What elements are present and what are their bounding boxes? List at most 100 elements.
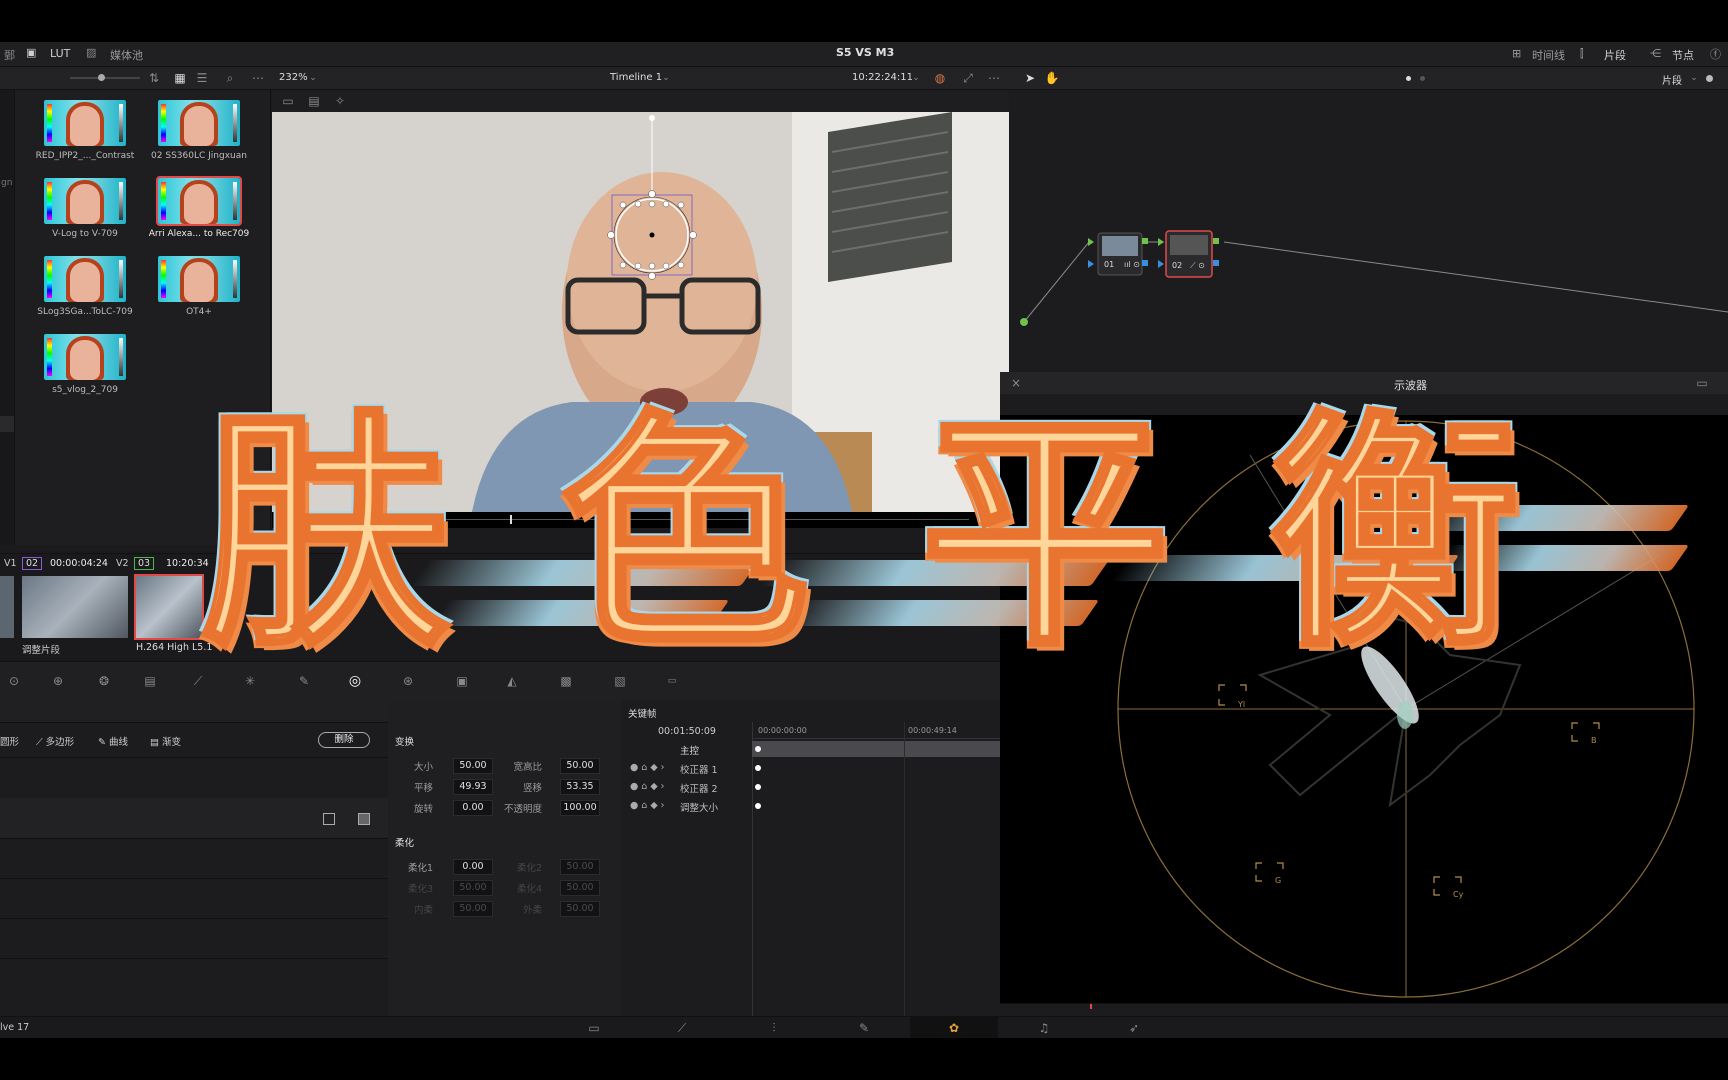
page-dot[interactable] <box>1420 76 1425 81</box>
clip-thumbnail-partial[interactable] <box>0 576 14 638</box>
outer-field[interactable]: 50.00 <box>560 901 600 917</box>
split-view-icon[interactable]: ▤ <box>306 93 322 109</box>
tilt-field[interactable]: 53.35 <box>560 779 600 795</box>
deliver-page-icon[interactable]: ➶ <box>1126 1020 1142 1036</box>
scope-layout-icon[interactable]: ▭ <box>1694 375 1710 391</box>
zoom-level[interactable]: 232% <box>279 72 308 83</box>
3d-icon[interactable]: ▭ <box>664 673 680 689</box>
media-pool-icon[interactable]: ▨ <box>86 46 96 59</box>
blur-icon[interactable]: ◭ <box>504 673 520 689</box>
nodes-tab-icon[interactable]: ⋲ <box>1650 47 1661 60</box>
lut-tab-icon[interactable]: ▣ <box>26 46 36 59</box>
delete-window-button[interactable]: 删除 <box>318 732 370 748</box>
zoom-chevron-icon[interactable]: ⌄ <box>305 70 321 86</box>
timeline-tab[interactable]: 时间线 <box>1532 47 1565 63</box>
media-page-icon[interactable]: ▭ <box>586 1020 602 1036</box>
rgb-mixer-icon[interactable]: ▤ <box>142 673 158 689</box>
folder-selected-row[interactable] <box>0 416 14 432</box>
row-controls[interactable]: ● ⌂ ◆ › <box>630 800 664 811</box>
scope-close-icon[interactable]: × <box>1008 375 1024 391</box>
page-dot-active[interactable] <box>1406 76 1411 81</box>
viewer-scrubber[interactable] <box>272 512 1009 528</box>
node-mode-chevron-icon[interactable]: ⌄ <box>1686 70 1702 86</box>
soft3-field[interactable]: 50.00 <box>453 880 493 896</box>
rotate-field[interactable]: 0.00 <box>453 800 493 816</box>
soft2-field[interactable]: 50.00 <box>560 859 600 875</box>
gradient-window-button[interactable]: ▤ 渐变 <box>150 734 181 748</box>
keyframe-row[interactable]: ● ⌂ ◆ › 校正器 2 <box>622 779 1000 797</box>
edit-page-icon[interactable]: ⫶ <box>766 1020 782 1036</box>
key-icon[interactable]: ▩ <box>558 673 574 689</box>
keyframe-row[interactable]: ● ⌂ ◆ › 校正器 1 <box>622 760 1000 778</box>
timeline-selector[interactable]: Timeline 1 <box>610 72 662 83</box>
lut-thumbnail[interactable] <box>158 256 240 302</box>
pointer-tool-icon[interactable]: ➤ <box>1022 70 1038 86</box>
timeline-tab-icon[interactable]: ⊞ <box>1512 47 1521 60</box>
fx-icon[interactable]: ⓕ <box>1710 46 1721 62</box>
lut-thumbnail-selected[interactable] <box>156 176 242 226</box>
polygon-window-button[interactable]: ⟋ 多边形 <box>36 734 74 748</box>
color-warper-icon[interactable]: ✳ <box>242 673 258 689</box>
keyframe-dot[interactable] <box>755 784 761 790</box>
master-track[interactable] <box>752 741 1000 757</box>
timecode-display[interactable]: 10:22:24:11 <box>852 72 913 83</box>
curves-icon[interactable]: ⟋ <box>190 673 206 689</box>
clip-thumbnail[interactable] <box>22 576 128 638</box>
timecode-chevron-icon[interactable]: ⌄ <box>908 70 924 86</box>
node-editor[interactable]: 01 ııl ⊙ 02 ⟋ ⊙ <box>1010 90 1728 372</box>
opacity-field[interactable]: 100.00 <box>560 800 600 816</box>
cut-page-icon[interactable]: ⟋ <box>674 1020 690 1036</box>
color-match-icon[interactable]: ⊕ <box>50 673 66 689</box>
lut-thumbnail[interactable] <box>44 334 126 380</box>
single-view-icon[interactable]: ▭ <box>280 93 296 109</box>
soft1-field[interactable]: 0.00 <box>453 859 493 875</box>
viewer-more-icon[interactable]: ⋯ <box>986 70 1002 86</box>
node-options-dot[interactable] <box>1706 75 1713 82</box>
keyframe-row-master[interactable]: 主控 <box>622 741 1000 759</box>
clips-tab-icon[interactable]: ⫿ <box>1580 47 1584 61</box>
row-controls[interactable]: ● ⌂ ◆ › <box>630 781 664 792</box>
lut-thumbnail[interactable] <box>44 178 126 224</box>
color-wheels-icon[interactable]: ❂ <box>96 673 112 689</box>
thumb-size-slider[interactable] <box>70 77 140 79</box>
camera-raw-icon[interactable]: ⊙ <box>6 673 22 689</box>
curve-window-button[interactable]: ✎ 曲线 <box>98 734 128 748</box>
thumb-size-handle[interactable] <box>98 74 105 81</box>
scrub-track[interactable] <box>312 519 969 520</box>
inner-field[interactable]: 50.00 <box>453 901 493 917</box>
lut-tab[interactable]: LUT <box>50 47 70 60</box>
sort-icon[interactable]: ⇅ <box>146 70 162 86</box>
lut-thumbnail[interactable] <box>44 100 126 146</box>
aspect-field[interactable]: 50.00 <box>560 758 600 774</box>
clip-thumbnail-selected[interactable] <box>134 574 204 640</box>
clips-tab[interactable]: 片段 <box>1604 47 1626 63</box>
window-tool-icon[interactable]: ◎ <box>347 673 363 689</box>
lut-thumbnail[interactable] <box>44 256 126 302</box>
color-wheel-icon[interactable]: ◍ <box>932 70 948 86</box>
fullscreen-icon[interactable]: ⤢ <box>960 70 976 86</box>
fusion-page-icon[interactable]: ✎ <box>856 1020 872 1036</box>
keyframe-dot[interactable] <box>755 746 761 752</box>
pan-field[interactable]: 49.93 <box>453 779 493 795</box>
nodes-tab[interactable]: 节点 <box>1672 47 1694 63</box>
tracker-icon[interactable]: ⊛ <box>400 673 416 689</box>
keyframe-ruler[interactable]: 00:00:00:00 00:00:49:14 <box>752 722 1000 739</box>
qualifier-icon[interactable]: ✎ <box>296 673 312 689</box>
lut-thumbnail[interactable] <box>158 100 240 146</box>
size-field[interactable]: 50.00 <box>453 758 493 774</box>
grid-view-icon[interactable]: ▦ <box>172 70 188 86</box>
node-mode-selector[interactable]: 片段 <box>1662 72 1682 87</box>
keyframe-row[interactable]: ● ⌂ ◆ › 调整大小 <box>622 798 1000 816</box>
fairlight-page-icon[interactable]: ♫ <box>1036 1020 1052 1036</box>
magic-mask-icon[interactable]: ▣ <box>454 673 470 689</box>
window-invert-toggle[interactable] <box>323 813 335 825</box>
circle-window-button[interactable]: 圆形 <box>0 734 19 748</box>
magic-wand-icon[interactable]: ✧ <box>332 93 348 109</box>
keyframe-dot[interactable] <box>755 765 761 771</box>
sizing-icon[interactable]: ▧ <box>612 673 628 689</box>
row-controls[interactable]: ● ⌂ ◆ › <box>630 762 664 773</box>
keyframe-dot[interactable] <box>755 803 761 809</box>
color-page-icon[interactable]: ✿ <box>946 1020 962 1036</box>
more-options-icon[interactable]: ⋯ <box>250 70 266 86</box>
scrub-playhead[interactable] <box>510 515 512 524</box>
